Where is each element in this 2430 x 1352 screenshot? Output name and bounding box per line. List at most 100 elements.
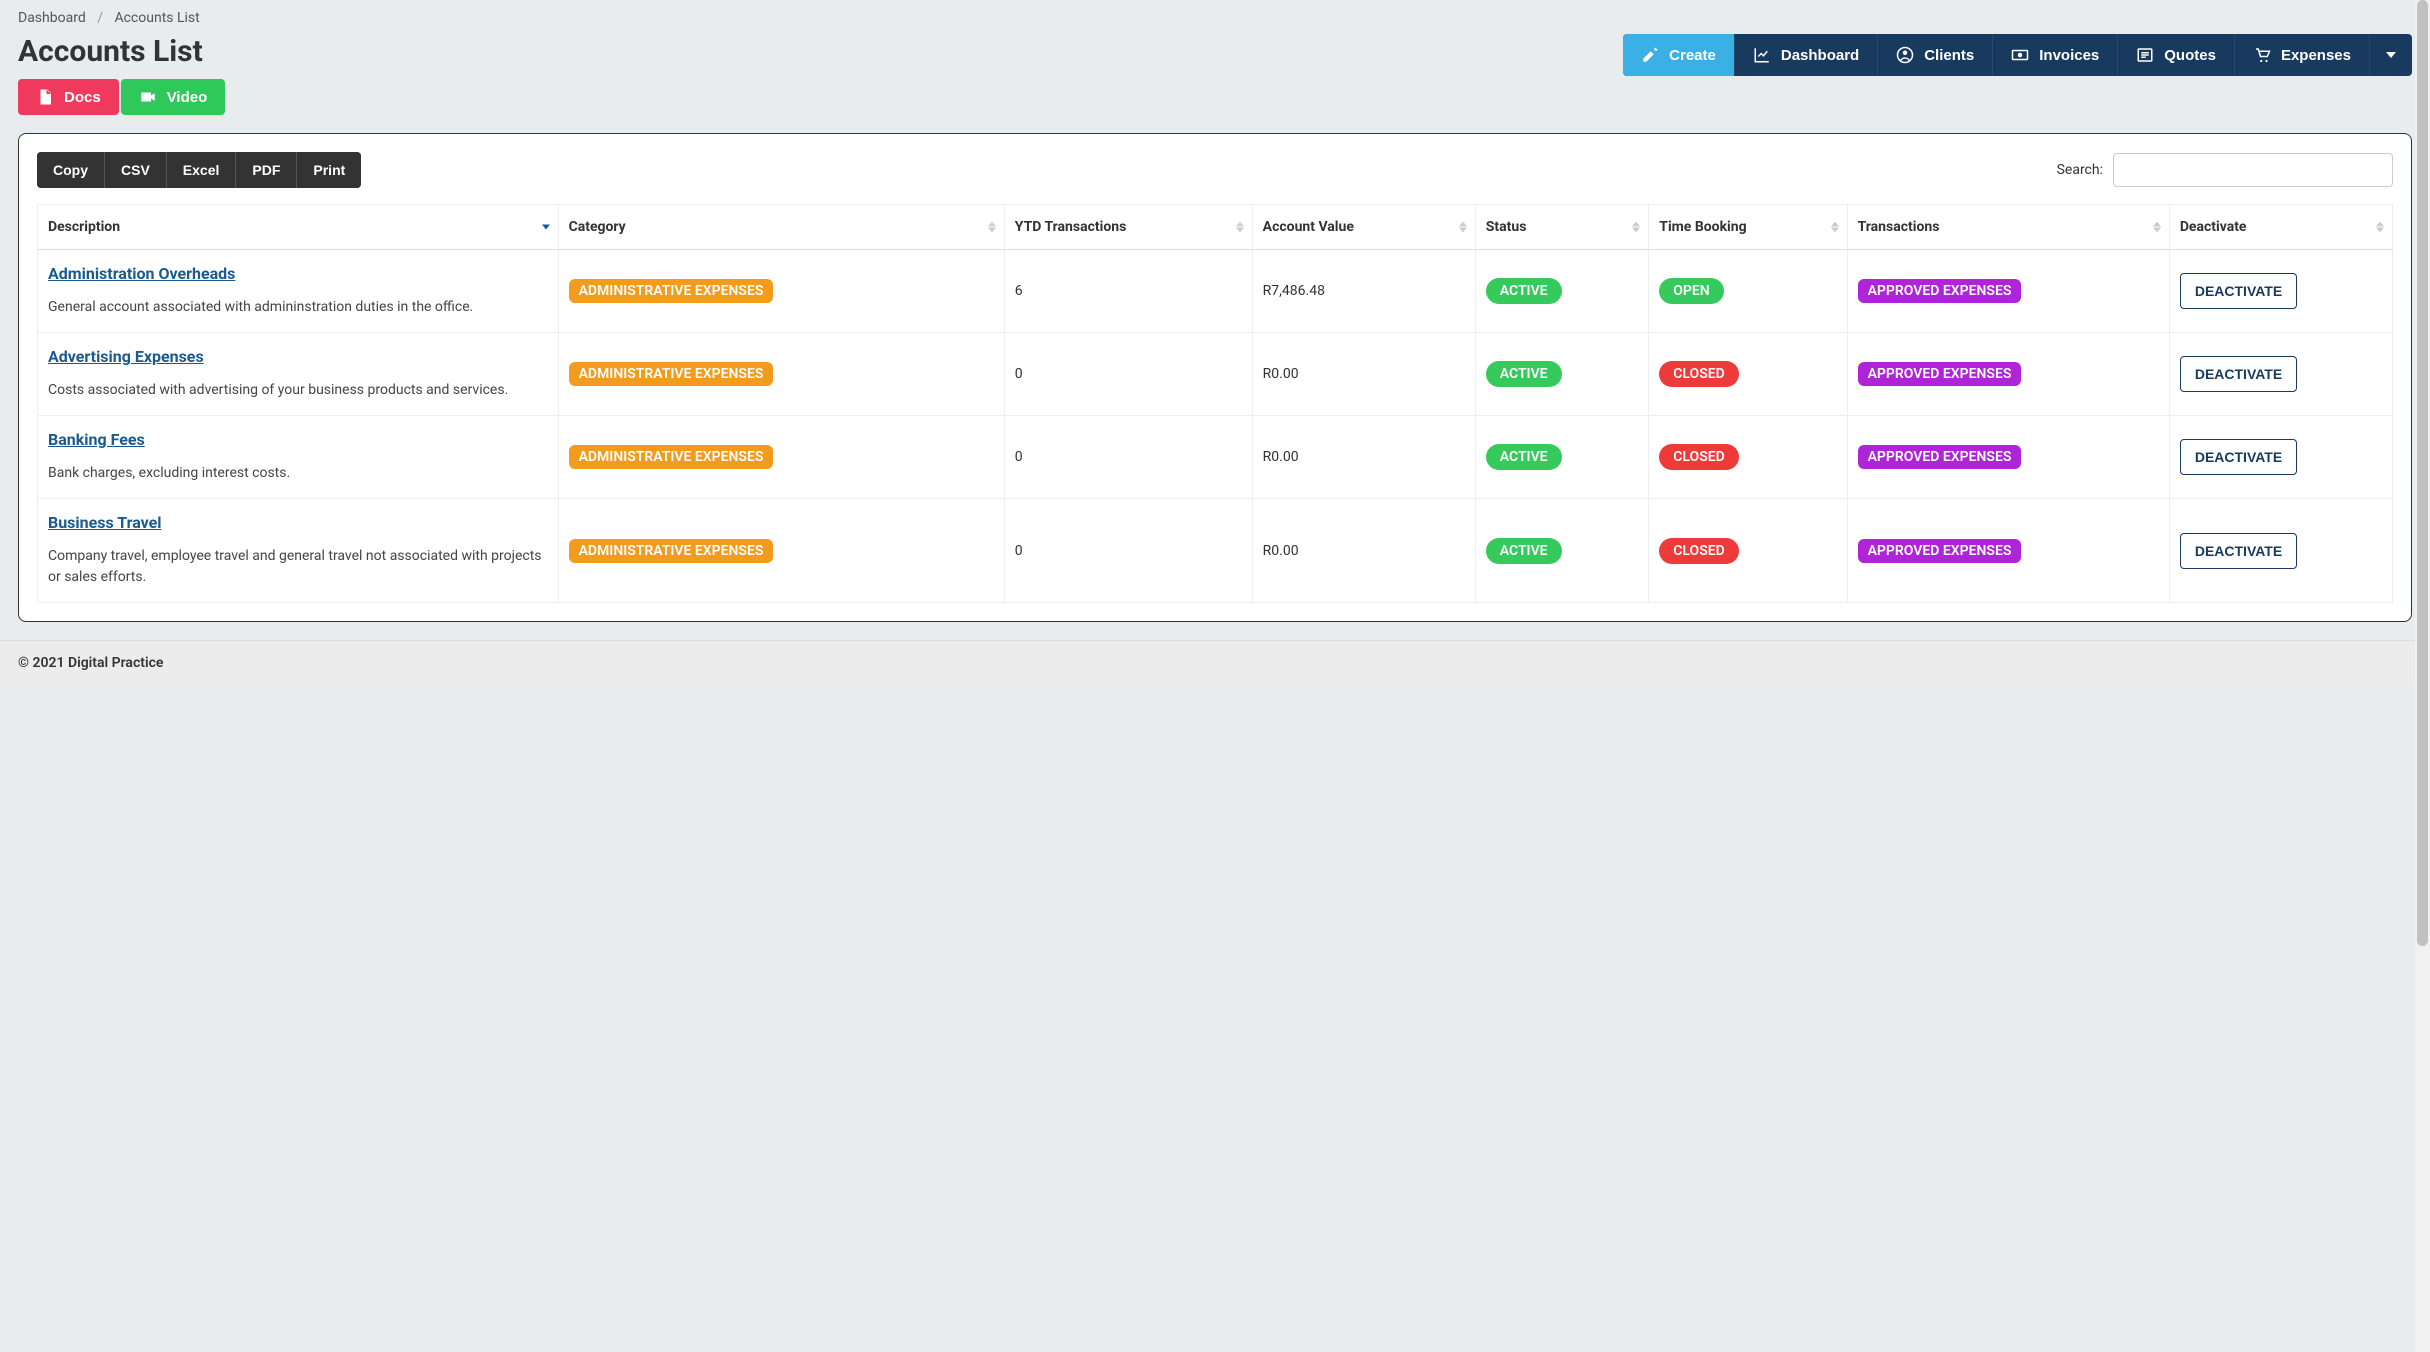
ytd-value: 6: [1004, 250, 1252, 333]
status-badge: ACTIVE: [1486, 538, 1562, 564]
export-csv[interactable]: CSV: [105, 152, 167, 188]
col-value[interactable]: Account Value: [1252, 205, 1475, 250]
time-booking-badge: CLOSED: [1659, 538, 1739, 564]
page-title: Accounts List: [18, 34, 225, 69]
export-pdf[interactable]: PDF: [236, 152, 297, 188]
docs-button[interactable]: Docs: [18, 79, 119, 115]
chart-line-icon: [1753, 46, 1771, 64]
breadcrumb-dashboard[interactable]: Dashboard: [18, 10, 86, 26]
caret-down-icon: [2386, 52, 2396, 58]
cart-icon: [2253, 46, 2271, 64]
docs-label: Docs: [64, 89, 101, 106]
deactivate-button[interactable]: DEACTIVATE: [2180, 533, 2297, 569]
video-icon: [139, 88, 157, 106]
sort-desc-icon: [542, 225, 550, 230]
export-print[interactable]: Print: [297, 152, 361, 188]
account-description: Company travel, employee travel and gene…: [48, 546, 548, 588]
time-booking-badge: CLOSED: [1659, 444, 1739, 470]
breadcrumb-current: Accounts List: [114, 10, 199, 26]
breadcrumb-separator: /: [97, 10, 103, 26]
table-row: Banking Fees Bank charges, excluding int…: [38, 416, 2393, 499]
category-badge: ADMINISTRATIVE EXPENSES: [569, 539, 774, 563]
time-booking-badge: CLOSED: [1659, 361, 1739, 387]
account-description: General account associated with adminins…: [48, 297, 548, 318]
table-row: Advertising Expenses Costs associated wi…: [38, 333, 2393, 416]
nav-dashboard[interactable]: Dashboard: [1735, 34, 1878, 76]
transactions-badge[interactable]: APPROVED EXPENSES: [1858, 539, 2022, 563]
category-badge: ADMINISTRATIVE EXPENSES: [569, 362, 774, 386]
ytd-value: 0: [1004, 416, 1252, 499]
sort-icon: [1831, 222, 1839, 233]
transactions-badge[interactable]: APPROVED EXPENSES: [1858, 445, 2022, 469]
export-copy[interactable]: Copy: [37, 152, 105, 188]
scrollbar-thumb[interactable]: [2417, 0, 2428, 946]
category-badge: ADMINISTRATIVE EXPENSES: [569, 445, 774, 469]
nav-tabs: Create Dashboard Clients Invoices Quotes…: [1623, 34, 2412, 76]
export-excel[interactable]: Excel: [167, 152, 237, 188]
scrollbar-track[interactable]: [2415, 0, 2430, 1352]
footer: © 2021 Digital Practice: [0, 640, 2430, 685]
status-badge: ACTIVE: [1486, 278, 1562, 304]
nav-quotes[interactable]: Quotes: [2118, 34, 2235, 76]
account-description: Costs associated with advertising of you…: [48, 380, 548, 401]
status-badge: ACTIVE: [1486, 361, 1562, 387]
sort-icon: [988, 222, 996, 233]
accounts-card: Copy CSV Excel PDF Print Search: Descrip…: [18, 133, 2412, 622]
table-row: Administration Overheads General account…: [38, 250, 2393, 333]
money-bill-icon: [2011, 46, 2029, 64]
nav-expenses[interactable]: Expenses: [2235, 34, 2370, 76]
video-button[interactable]: Video: [121, 79, 226, 115]
category-badge: ADMINISTRATIVE EXPENSES: [569, 279, 774, 303]
edit-icon: [1641, 46, 1659, 64]
col-transactions[interactable]: Transactions: [1847, 205, 2169, 250]
account-value: R0.00: [1252, 333, 1475, 416]
col-deactivate[interactable]: Deactivate: [2169, 205, 2392, 250]
sort-icon: [1459, 222, 1467, 233]
deactivate-button[interactable]: DEACTIVATE: [2180, 439, 2297, 475]
sort-icon: [1236, 222, 1244, 233]
nav-dashboard-label: Dashboard: [1781, 47, 1859, 64]
sort-icon: [2153, 222, 2161, 233]
ytd-value: 0: [1004, 333, 1252, 416]
deactivate-button[interactable]: DEACTIVATE: [2180, 356, 2297, 392]
accounts-table: Description Category YTD Transactions Ac…: [37, 204, 2393, 603]
col-ytd[interactable]: YTD Transactions: [1004, 205, 1252, 250]
account-title-link[interactable]: Administration Overheads: [48, 264, 235, 283]
account-value: R0.00: [1252, 416, 1475, 499]
account-title-link[interactable]: Business Travel: [48, 513, 162, 532]
video-label: Video: [167, 89, 208, 106]
sort-icon: [1632, 222, 1640, 233]
account-description: Bank charges, excluding interest costs.: [48, 463, 548, 484]
create-button[interactable]: Create: [1623, 34, 1735, 76]
sort-icon: [2376, 222, 2384, 233]
time-booking-badge: OPEN: [1659, 278, 1723, 304]
status-badge: ACTIVE: [1486, 444, 1562, 470]
col-category[interactable]: Category: [558, 205, 1004, 250]
breadcrumb: Dashboard / Accounts List: [18, 0, 2412, 34]
col-time[interactable]: Time Booking: [1649, 205, 1847, 250]
user-circle-icon: [1896, 46, 1914, 64]
nav-invoices[interactable]: Invoices: [1993, 34, 2118, 76]
nav-more-dropdown[interactable]: [2370, 34, 2412, 76]
transactions-badge[interactable]: APPROVED EXPENSES: [1858, 362, 2022, 386]
search-label: Search:: [2057, 162, 2103, 178]
table-row: Business Travel Company travel, employee…: [38, 499, 2393, 603]
list-icon: [2136, 46, 2154, 64]
nav-quotes-label: Quotes: [2164, 47, 2216, 64]
ytd-value: 0: [1004, 499, 1252, 603]
transactions-badge[interactable]: APPROVED EXPENSES: [1858, 279, 2022, 303]
search-input[interactable]: [2113, 153, 2393, 187]
account-title-link[interactable]: Banking Fees: [48, 430, 145, 449]
document-icon: [36, 88, 54, 106]
col-status[interactable]: Status: [1475, 205, 1649, 250]
nav-clients[interactable]: Clients: [1878, 34, 1993, 76]
deactivate-button[interactable]: DEACTIVATE: [2180, 273, 2297, 309]
nav-clients-label: Clients: [1924, 47, 1974, 64]
nav-expenses-label: Expenses: [2281, 47, 2351, 64]
export-buttons: Copy CSV Excel PDF Print: [37, 152, 361, 188]
account-title-link[interactable]: Advertising Expenses: [48, 347, 204, 366]
account-value: R7,486.48: [1252, 250, 1475, 333]
col-description[interactable]: Description: [38, 205, 559, 250]
nav-invoices-label: Invoices: [2039, 47, 2099, 64]
account-value: R0.00: [1252, 499, 1475, 603]
